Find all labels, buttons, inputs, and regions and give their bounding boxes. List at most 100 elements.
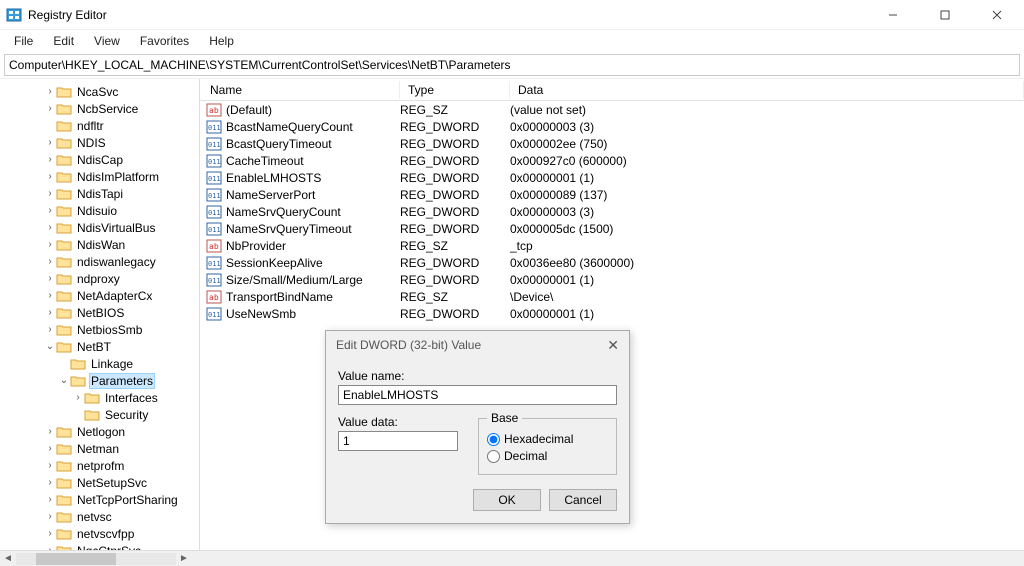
expand-closed-icon[interactable]: › <box>44 239 56 250</box>
tree-item[interactable]: ›NcaSvc <box>2 83 199 100</box>
expand-closed-icon[interactable]: › <box>72 392 84 403</box>
expand-open-icon[interactable]: ⌄ <box>44 341 56 352</box>
tree-item[interactable]: ›NetTcpPortSharing <box>2 491 199 508</box>
tree-item[interactable]: Security <box>2 406 199 423</box>
scroll-left-icon[interactable]: ◄ <box>0 553 16 564</box>
maximize-button[interactable] <box>928 4 962 26</box>
registry-value-row[interactable]: ab(Default)REG_SZ(value not set) <box>200 101 1024 118</box>
tree-item[interactable]: ›NdisWan <box>2 236 199 253</box>
tree-item[interactable]: ›ndiswanlegacy <box>2 253 199 270</box>
registry-value-row[interactable]: 011EnableLMHOSTSREG_DWORD0x00000001 (1) <box>200 169 1024 186</box>
col-name[interactable]: Name <box>200 81 400 99</box>
expand-closed-icon[interactable]: › <box>44 477 56 488</box>
cancel-button[interactable]: Cancel <box>549 489 617 511</box>
value-data-field[interactable] <box>338 431 458 451</box>
radio-hexadecimal[interactable] <box>487 433 500 446</box>
registry-value-row[interactable]: 011BcastQueryTimeoutREG_DWORD0x000002ee … <box>200 135 1024 152</box>
tree-item[interactable]: ›NetAdapterCx <box>2 287 199 304</box>
tree-item[interactable]: ›NDIS <box>2 134 199 151</box>
ok-button[interactable]: OK <box>473 489 541 511</box>
tree-item[interactable]: ›Netlogon <box>2 423 199 440</box>
registry-value-row[interactable]: 011UseNewSmbREG_DWORD0x00000001 (1) <box>200 305 1024 322</box>
tree-item[interactable]: ›netprofm <box>2 457 199 474</box>
value-type: REG_DWORD <box>400 256 510 270</box>
value-name: BcastNameQueryCount <box>226 120 353 134</box>
tree-item[interactable]: ›NdisImPlatform <box>2 168 199 185</box>
registry-value-row[interactable]: 011NameSrvQueryCountREG_DWORD0x00000003 … <box>200 203 1024 220</box>
tree-item[interactable]: ›Interfaces <box>2 389 199 406</box>
expand-closed-icon[interactable]: › <box>44 154 56 165</box>
tree-item[interactable]: ›netvsc <box>2 508 199 525</box>
tree-item[interactable]: Linkage <box>2 355 199 372</box>
tree-horizontal-scrollbar[interactable]: ◄ ► <box>0 550 1024 566</box>
registry-value-row[interactable]: abNbProviderREG_SZ_tcp <box>200 237 1024 254</box>
menu-edit[interactable]: Edit <box>45 32 82 50</box>
tree-item[interactable]: ›NetBIOS <box>2 304 199 321</box>
menu-view[interactable]: View <box>86 32 128 50</box>
tree-item[interactable]: ›Netman <box>2 440 199 457</box>
close-button[interactable] <box>980 4 1014 26</box>
expand-closed-icon[interactable]: › <box>44 545 56 550</box>
scrollbar-thumb[interactable] <box>36 553 116 565</box>
expand-closed-icon[interactable]: › <box>44 528 56 539</box>
tree-item[interactable]: ›netvscvfpp <box>2 525 199 542</box>
tree-item[interactable]: ⌄NetBT <box>2 338 199 355</box>
value-name-field[interactable] <box>338 385 617 405</box>
tree-item[interactable]: ›NdisTapi <box>2 185 199 202</box>
registry-value-row[interactable]: abTransportBindNameREG_SZ\Device\ <box>200 288 1024 305</box>
folder-icon <box>56 289 72 303</box>
tree-item[interactable]: ndfltr <box>2 117 199 134</box>
tree-item[interactable]: ⌄Parameters <box>2 372 199 389</box>
folder-icon <box>56 255 72 269</box>
tree-item[interactable]: ›Ndisuio <box>2 202 199 219</box>
registry-value-row[interactable]: 011NameServerPortREG_DWORD0x00000089 (13… <box>200 186 1024 203</box>
dialog-close-button[interactable]: ✕ <box>607 337 619 354</box>
expand-closed-icon[interactable]: › <box>44 171 56 182</box>
svg-text:011: 011 <box>208 175 221 183</box>
expand-closed-icon[interactable]: › <box>44 443 56 454</box>
expand-closed-icon[interactable]: › <box>44 324 56 335</box>
folder-icon <box>56 102 72 116</box>
expand-closed-icon[interactable]: › <box>44 222 56 233</box>
col-data[interactable]: Data <box>510 81 1024 99</box>
expand-closed-icon[interactable]: › <box>44 494 56 505</box>
value-name: CacheTimeout <box>226 154 304 168</box>
menu-favorites[interactable]: Favorites <box>132 32 197 50</box>
tree-item[interactable]: ›NgcCtnrSvc <box>2 542 199 550</box>
expand-closed-icon[interactable]: › <box>44 256 56 267</box>
tree-item[interactable]: ›NdisCap <box>2 151 199 168</box>
col-type[interactable]: Type <box>400 81 510 99</box>
tree-item[interactable]: ›ndproxy <box>2 270 199 287</box>
expand-closed-icon[interactable]: › <box>44 103 56 114</box>
expand-closed-icon[interactable]: › <box>44 426 56 437</box>
expand-open-icon[interactable]: ⌄ <box>58 375 70 386</box>
value-data: 0x00000001 (1) <box>510 273 1024 287</box>
expand-closed-icon[interactable]: › <box>44 511 56 522</box>
tree-item[interactable]: ›NdisVirtualBus <box>2 219 199 236</box>
minimize-button[interactable] <box>876 4 910 26</box>
value-name: SessionKeepAlive <box>226 256 323 270</box>
tree-item[interactable]: ›NcbService <box>2 100 199 117</box>
registry-value-row[interactable]: 011NameSrvQueryTimeoutREG_DWORD0x000005d… <box>200 220 1024 237</box>
scroll-right-icon[interactable]: ► <box>176 553 192 564</box>
menu-file[interactable]: File <box>6 32 41 50</box>
tree-item[interactable]: ›NetbiosSmb <box>2 321 199 338</box>
menu-help[interactable]: Help <box>201 32 242 50</box>
expand-closed-icon[interactable]: › <box>44 460 56 471</box>
tree-item[interactable]: ›NetSetupSvc <box>2 474 199 491</box>
dword-value-icon: 011 <box>206 171 222 185</box>
registry-value-row[interactable]: 011CacheTimeoutREG_DWORD0x000927c0 (6000… <box>200 152 1024 169</box>
expand-closed-icon[interactable]: › <box>44 137 56 148</box>
expand-closed-icon[interactable]: › <box>44 290 56 301</box>
registry-value-row[interactable]: 011SessionKeepAliveREG_DWORD0x0036ee80 (… <box>200 254 1024 271</box>
expand-closed-icon[interactable]: › <box>44 205 56 216</box>
tree-pane[interactable]: ›NcaSvc›NcbServicendfltr›NDIS›NdisCap›Nd… <box>0 79 200 550</box>
registry-value-row[interactable]: 011Size/Small/Medium/LargeREG_DWORD0x000… <box>200 271 1024 288</box>
expand-closed-icon[interactable]: › <box>44 86 56 97</box>
expand-closed-icon[interactable]: › <box>44 273 56 284</box>
address-bar[interactable]: Computer\HKEY_LOCAL_MACHINE\SYSTEM\Curre… <box>4 54 1020 76</box>
registry-value-row[interactable]: 011BcastNameQueryCountREG_DWORD0x0000000… <box>200 118 1024 135</box>
expand-closed-icon[interactable]: › <box>44 307 56 318</box>
expand-closed-icon[interactable]: › <box>44 188 56 199</box>
radio-decimal[interactable] <box>487 450 500 463</box>
